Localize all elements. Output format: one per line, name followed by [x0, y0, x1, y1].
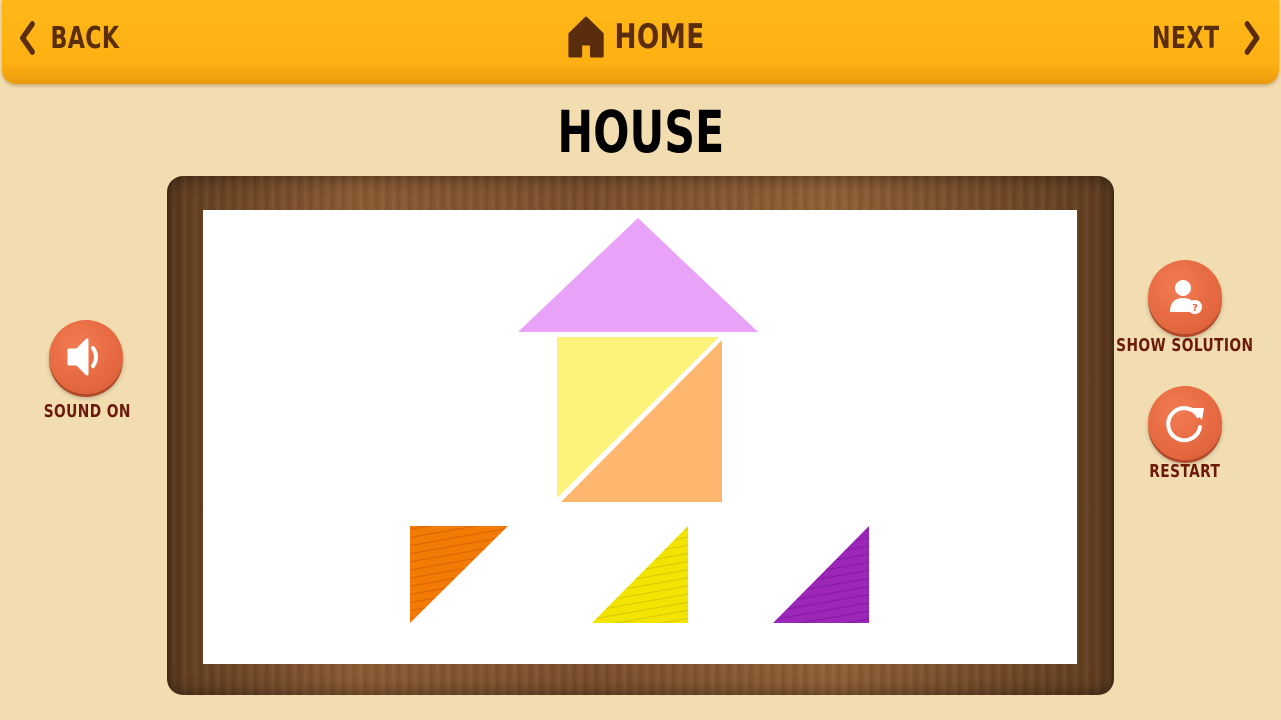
- svg-text:?: ?: [1192, 303, 1198, 314]
- sound-button[interactable]: [49, 320, 123, 394]
- user-question-icon: ?: [1170, 280, 1202, 314]
- orange-triangle-piece[interactable]: [410, 526, 508, 623]
- refresh-icon: [1166, 406, 1204, 443]
- lemon-triangle-piece[interactable]: [592, 526, 688, 623]
- purple-triangle-piece[interactable]: [773, 526, 869, 623]
- restart-button[interactable]: [1148, 386, 1222, 460]
- roof-piece[interactable]: [518, 218, 758, 332]
- show-solution-label: SHOW SOLUTION: [1116, 335, 1254, 356]
- sound-label: SOUND ON: [43, 401, 131, 422]
- show-solution-button[interactable]: ?: [1148, 260, 1222, 334]
- tangram-layer: [410, 218, 869, 623]
- restart-label: RESTART: [1149, 461, 1221, 482]
- speaker-icon: [67, 338, 98, 376]
